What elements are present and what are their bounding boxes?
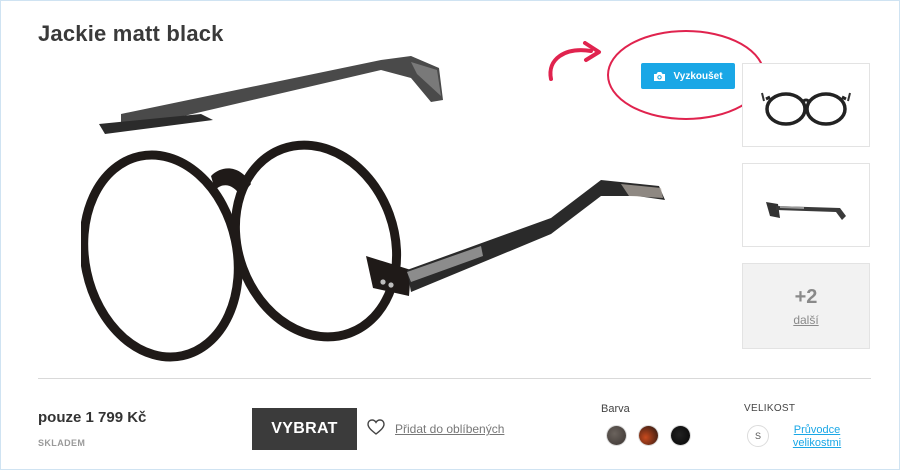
color-swatch-tortoise[interactable] <box>639 426 658 445</box>
glasses-side-image <box>766 202 846 220</box>
curved-arrow-icon <box>548 41 601 81</box>
try-on-button[interactable]: Vyzkoušet <box>641 63 735 89</box>
heart-icon[interactable] <box>367 419 385 435</box>
more-images-count: +2 <box>794 285 818 308</box>
stock-status: SKLADEM <box>38 438 86 448</box>
camera-icon <box>654 71 666 81</box>
size-label: VELIKOST <box>744 403 796 414</box>
size-option-s[interactable]: S <box>747 425 769 447</box>
more-images-button[interactable]: +2 další <box>742 263 870 349</box>
thumbnail-front-view[interactable] <box>742 63 870 147</box>
product-main-image <box>81 56 665 362</box>
try-on-label: Vyzkoušet <box>673 70 723 82</box>
more-images-label: další <box>793 312 819 327</box>
product-title: Jackie matt black <box>38 21 224 46</box>
add-to-favorites-link[interactable]: Přidat do oblíbených <box>395 422 504 436</box>
color-swatch-grey[interactable] <box>607 426 626 445</box>
select-button[interactable]: VYBRAT <box>252 408 357 450</box>
size-guide-link[interactable]: Průvodce velikostmi <box>787 424 847 450</box>
product-card: Jackie matt black Vyzkoušet +2 další pou… <box>0 0 900 470</box>
color-swatch-black[interactable] <box>671 426 690 445</box>
thumbnail-side-view[interactable] <box>742 163 870 247</box>
product-price: pouze 1 799 Kč <box>38 409 147 426</box>
glasses-front-image <box>761 92 851 126</box>
color-label: Barva <box>601 403 630 415</box>
divider <box>38 378 871 379</box>
